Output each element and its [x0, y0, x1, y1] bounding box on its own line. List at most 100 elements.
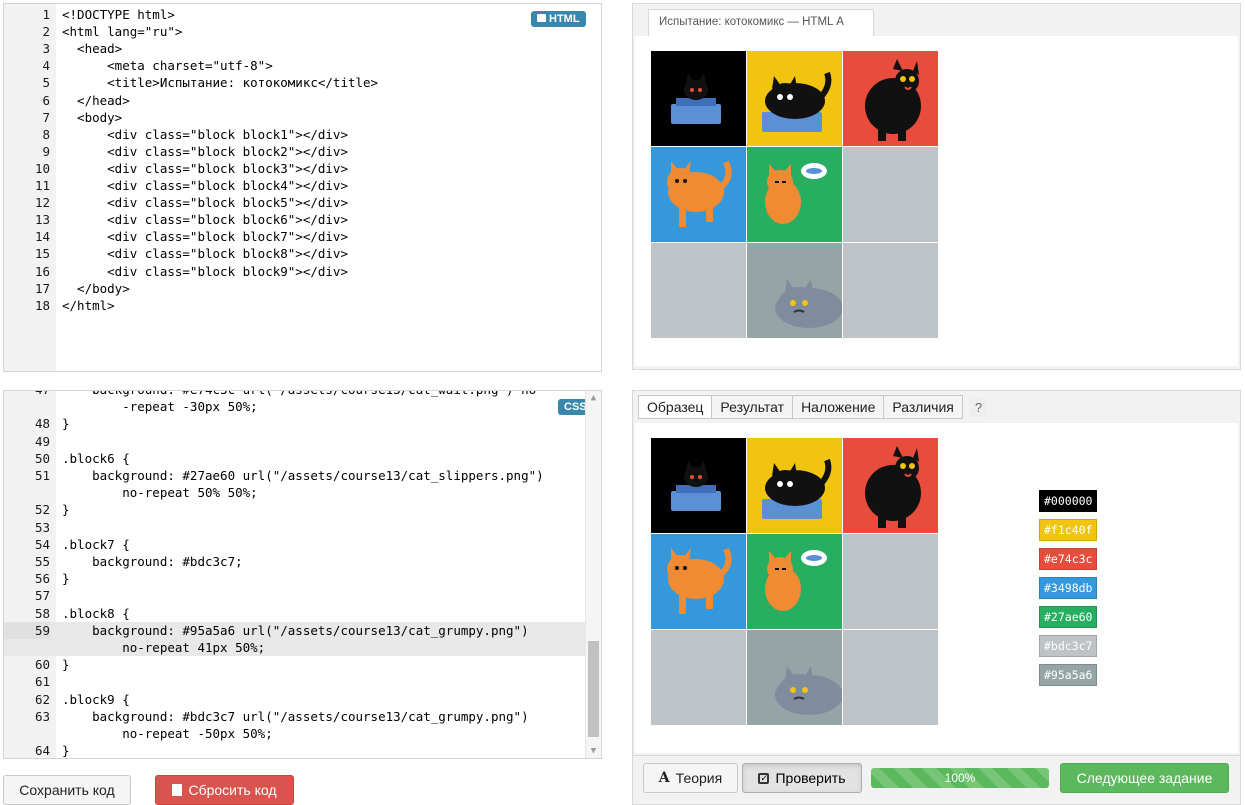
- tab-result[interactable]: Результат: [711, 395, 794, 419]
- code-line[interactable]: no-repeat 50% 50%;: [4, 484, 601, 501]
- code-text: <div class="block block4"></div>: [62, 178, 348, 193]
- code-text: <head>: [62, 41, 123, 57]
- checkbox-checked-icon: ✓: [758, 772, 770, 784]
- code-line[interactable]: 54 .block7 {: [4, 536, 601, 553]
- result-preview-frame: Испытание: котокомикс — HTML А: [632, 3, 1241, 370]
- cat-black-wait-image: [865, 446, 921, 528]
- code-line[interactable]: 64}: [4, 742, 601, 758]
- code-line[interactable]: 60}: [4, 656, 601, 673]
- code-line[interactable]: 6 </head>: [4, 92, 601, 109]
- code-line[interactable]: 50 .block6 {: [4, 450, 601, 467]
- css-editor[interactable]: 47 background: #e74c3c url("/assets/cour…: [3, 390, 602, 759]
- code-line[interactable]: 53: [4, 519, 601, 536]
- check-button[interactable]: ✓ Проверить: [742, 763, 862, 793]
- sample-comic-grid: [651, 438, 938, 725]
- tab-overlay[interactable]: Наложение: [792, 395, 885, 419]
- scroll-up-arrow-icon[interactable]: ▲: [586, 391, 601, 405]
- color-swatch[interactable]: #95a5a6: [1039, 664, 1097, 686]
- css-editor-scrollbar[interactable]: ▲ ▼: [585, 391, 601, 758]
- code-line[interactable]: 62 .block9 {: [4, 691, 601, 708]
- comic-block-4: [651, 147, 746, 242]
- code-line[interactable]: 15 <div class="block block8"></div>: [4, 245, 601, 262]
- line-number: 49: [34, 433, 50, 449]
- cat-box-big-image: [762, 71, 832, 132]
- html-editor[interactable]: 1 <!DOCTYPE html> 2 <html lang="ru"> 3 <head…: [3, 3, 602, 372]
- code-line[interactable]: 63 background: #bdc3c7 url("/assets/cour…: [4, 708, 601, 725]
- comic-block-2: [747, 438, 842, 533]
- next-task-button[interactable]: Следующее задание: [1060, 763, 1229, 793]
- code-line[interactable]: 13 <div class="block block6"></div>: [4, 211, 601, 228]
- code-line[interactable]: 9 <div class="block block2"></div>: [4, 143, 601, 160]
- code-line[interactable]: 16 <div class="block block9"></div>: [4, 263, 601, 280]
- color-swatch[interactable]: #f1c40f: [1039, 519, 1097, 541]
- code-text: background: #bdc3c7 url("/assets/course1…: [62, 708, 529, 724]
- line-number: 59: [4, 621, 50, 639]
- code-line[interactable]: 58 .block8 {: [4, 605, 601, 622]
- line-number: 51: [34, 468, 50, 483]
- save-code-button[interactable]: Сохранить код: [3, 775, 131, 805]
- comic-block-5: [747, 147, 842, 242]
- tab-sample[interactable]: Образец: [638, 395, 713, 419]
- code-line[interactable]: 10 <div class="block block3"></div>: [4, 160, 601, 177]
- color-swatch[interactable]: #e74c3c: [1039, 548, 1097, 570]
- code-line[interactable]: 1 <!DOCTYPE html>: [4, 6, 601, 23]
- code-line[interactable]: 55 background: #bdc3c7;: [4, 553, 601, 570]
- line-number: 16: [34, 263, 50, 279]
- code-line[interactable]: 52}: [4, 501, 601, 518]
- code-text: background: #bdc3c7;: [62, 554, 243, 569]
- color-swatch[interactable]: #3498db: [1039, 577, 1097, 599]
- code-line[interactable]: 49: [4, 433, 601, 450]
- html-language-badge: HTML: [531, 11, 586, 27]
- color-swatch[interactable]: #27ae60: [1039, 606, 1097, 628]
- comic-block-6: [843, 147, 938, 242]
- code-line[interactable]: 47 background: #e74c3c url("/assets/cour…: [4, 391, 601, 398]
- code-line[interactable]: no-repeat -50px 50%;: [4, 725, 601, 742]
- comic-block-5: [747, 534, 842, 629]
- lock-icon: [537, 14, 546, 22]
- code-text: }: [62, 416, 70, 432]
- code-line[interactable]: -repeat -30px 50%;: [4, 398, 601, 415]
- help-button[interactable]: ?: [969, 397, 988, 417]
- code-text: <div class="block block1"></div>: [62, 126, 348, 142]
- code-line[interactable]: 48}: [4, 415, 601, 432]
- code-line[interactable]: 3 <head>: [4, 40, 601, 57]
- code-line[interactable]: 2 <html lang="ru">: [4, 23, 601, 40]
- reset-code-button[interactable]: Сбросить код: [155, 775, 294, 805]
- line-number: 3: [42, 41, 50, 57]
- code-line[interactable]: 57: [4, 587, 601, 604]
- code-line[interactable]: 7 <body>: [4, 109, 601, 126]
- code-text: .block9 {: [62, 691, 130, 707]
- comic-block-7: [651, 243, 746, 338]
- theory-button[interactable]: A Теория: [643, 763, 738, 793]
- color-swatch[interactable]: #bdc3c7: [1039, 635, 1097, 657]
- code-line[interactable]: 12 <div class="block block5"></div>: [4, 194, 601, 211]
- cat-orange-walk-image: [667, 547, 732, 614]
- line-number: 61: [34, 674, 50, 690]
- line-number: 63: [34, 708, 50, 724]
- code-text: }: [62, 571, 70, 587]
- code-line[interactable]: 8 <div class="block block1"></div>: [4, 126, 601, 143]
- code-line[interactable]: 14 <div class="block block7"></div>: [4, 228, 601, 245]
- code-line[interactable]: 18 </html>: [4, 297, 601, 314]
- code-text: <meta charset="utf-8">: [62, 58, 273, 74]
- code-text: background: #e74c3c url("/assets/course1…: [62, 391, 536, 398]
- code-line[interactable]: 59 background: #95a5a6 url("/assets/cour…: [4, 621, 601, 639]
- tab-difference[interactable]: Различия: [883, 395, 963, 419]
- code-line[interactable]: 51 background: #27ae60 url("/assets/cour…: [4, 467, 601, 484]
- color-swatch[interactable]: #000000: [1039, 490, 1097, 512]
- code-line[interactable]: 11 <div class="block block4"></div>: [4, 177, 601, 194]
- code-line[interactable]: 4 <meta charset="utf-8">: [4, 57, 601, 74]
- line-number: 62: [34, 691, 50, 707]
- code-line[interactable]: 5 <title>Испытание: котокомикс</title>: [4, 74, 601, 91]
- line-number: 57: [34, 588, 50, 604]
- code-line[interactable]: 61: [4, 673, 601, 690]
- code-text: <title>Испытание: котокомикс</title>: [62, 75, 379, 91]
- code-text: background: #27ae60 url("/assets/course1…: [62, 468, 544, 483]
- comic-block-1: [651, 51, 746, 146]
- scrollbar-thumb[interactable]: [588, 641, 599, 737]
- code-line[interactable]: 56}: [4, 570, 601, 587]
- code-line[interactable]: no-repeat 41px 50%;: [4, 639, 601, 657]
- code-line[interactable]: 17 </body>: [4, 280, 601, 297]
- scroll-down-arrow-icon[interactable]: ▼: [586, 744, 601, 758]
- code-text: <div class="block block9"></div>: [62, 263, 348, 279]
